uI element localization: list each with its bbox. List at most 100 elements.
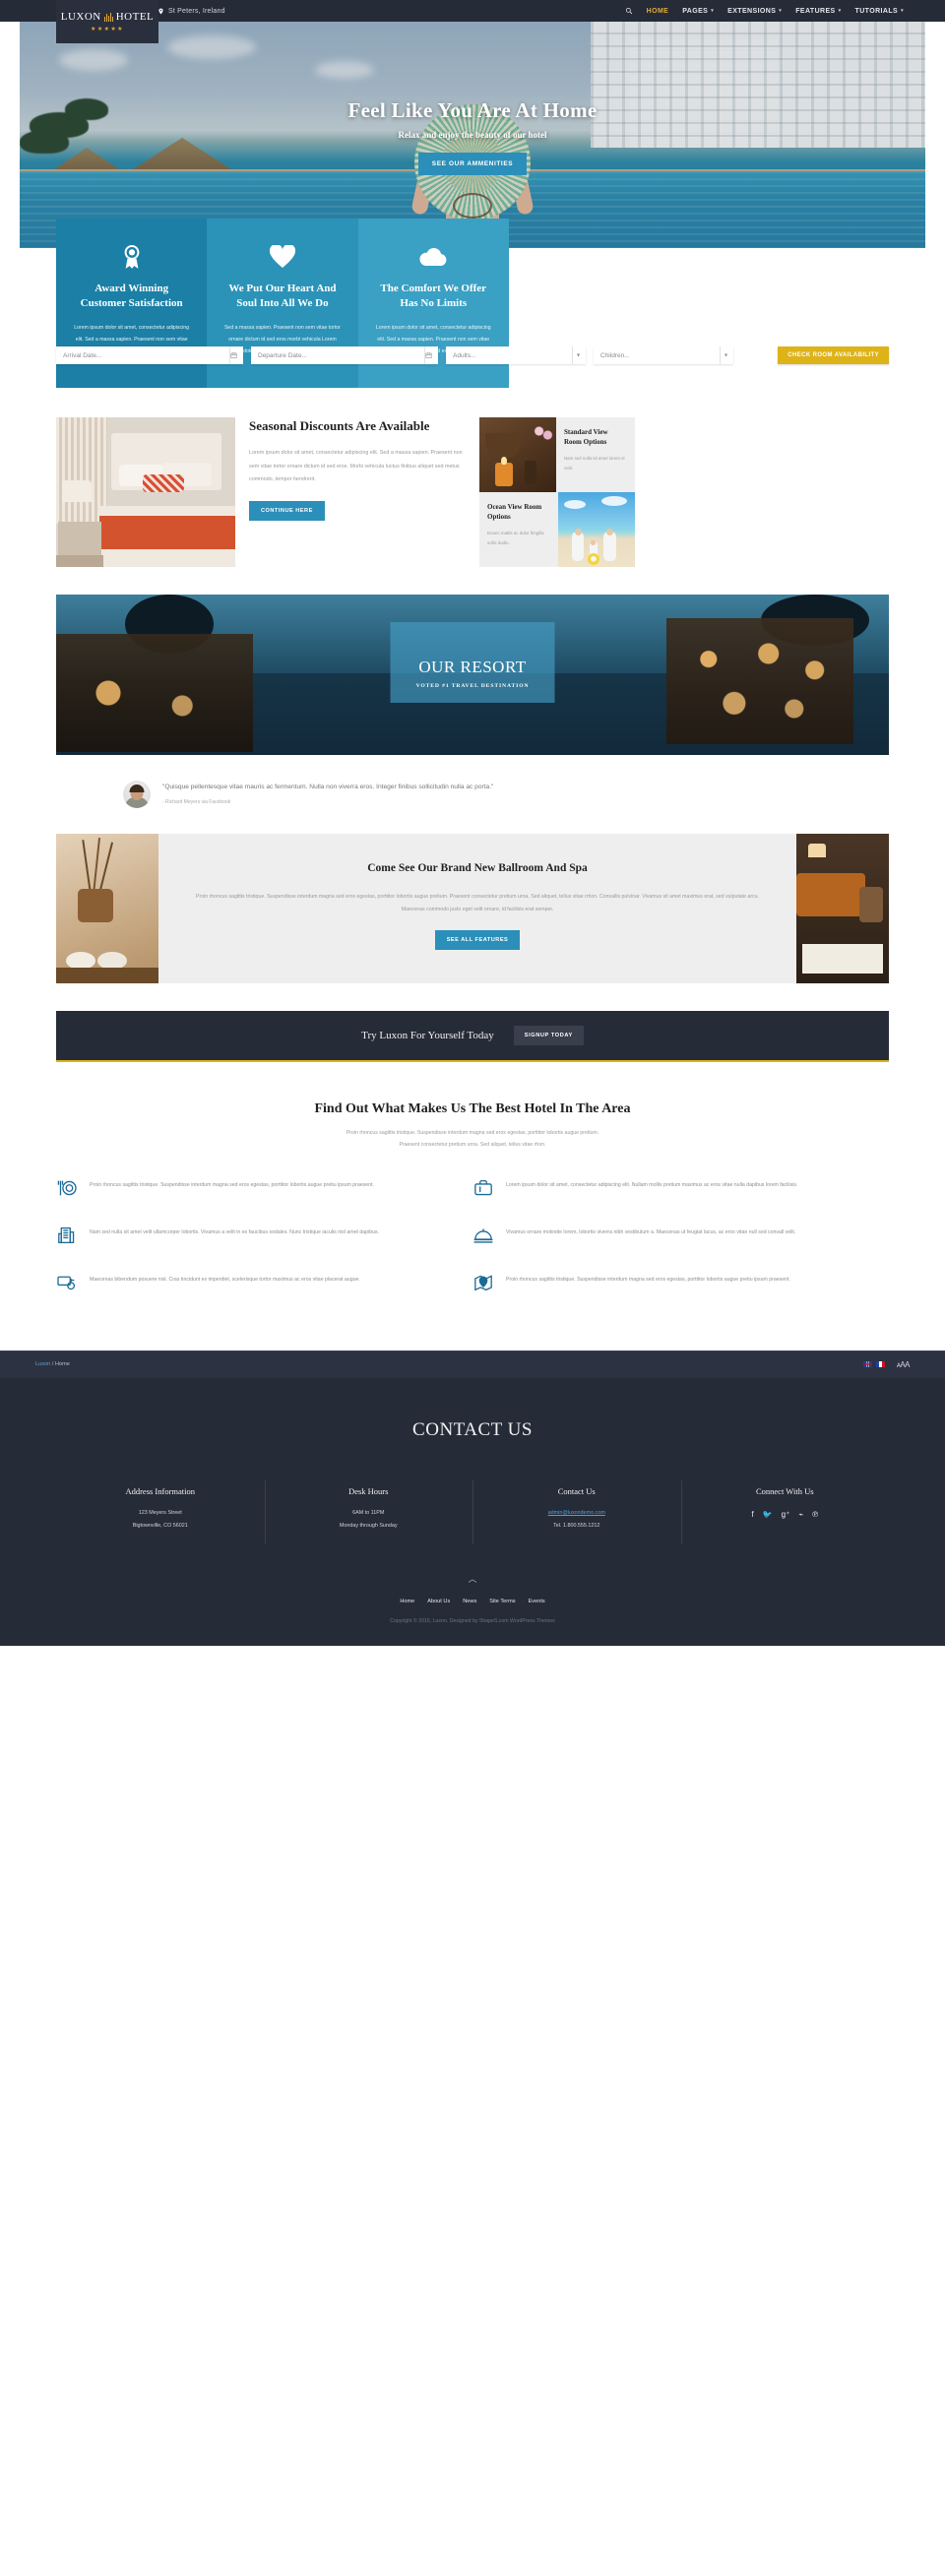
see-all-features-button[interactable]: SEE ALL FEATURES [434, 929, 521, 950]
our-resort-banner: OUR RESORT VOTED #1 TRAVEL DESTINATION [56, 594, 889, 755]
hero-title: Feel Like You Are At Home [347, 98, 598, 122]
site-logo[interactable]: LUXON HOTEL ★★★★★ [56, 0, 158, 43]
chevron-down-icon: ▾ [779, 7, 783, 14]
find-out-text-line2: Praesent consectetur pretium urna. Sed a… [399, 1142, 546, 1149]
hero-banner: Feel Like You Are At Home Relax and enjo… [20, 22, 925, 248]
ballroom-spa-section: Come See Our Brand New Ballroom And Spa … [56, 833, 889, 983]
cloud-icon [374, 244, 493, 270]
nav-item-home[interactable]: HOME [647, 8, 669, 15]
footer-column-title: Contact Us [557, 1485, 596, 1496]
calendar-icon [230, 352, 237, 359]
nav-item-pages[interactable]: PAGES ▾ [682, 8, 714, 15]
find-out-section: Find Out What Makes Us The Best Hotel In… [56, 1101, 889, 1152]
star-rating: ★★★★★ [91, 27, 124, 32]
cta-heading: Try Luxon For Yourself Today [361, 1029, 494, 1041]
feature-title: The Comfort We Offer Has No Limits [380, 283, 487, 309]
feature-item-room-service: Vivamus ornare molestie lorem, lobortis … [472, 1226, 889, 1274]
footer-column-title: Desk Hours [348, 1485, 389, 1496]
main-menu: HOME PAGES ▾ EXTENSIONS ▾ FEATURES ▾ TUTORI… [625, 7, 945, 15]
adults-select[interactable]: Adults... ▾ [446, 346, 586, 364]
footer-nav-news[interactable]: News [463, 1599, 476, 1604]
footer-heading: CONTACT US [412, 1418, 533, 1440]
footer-phone: Tel. 1.800.555.1212 [553, 1523, 600, 1530]
pinterest-icon[interactable]: ℗ [812, 1510, 818, 1519]
resort-subtitle: VOTED #1 TRAVEL DESTINATION [415, 682, 530, 689]
seasonal-discounts-section: Seasonal Discounts Are Available Lorem i… [56, 416, 889, 567]
rss-icon[interactable]: ⌁ [798, 1510, 803, 1519]
footer-nav-events[interactable]: Events [529, 1599, 545, 1604]
footer-column-hours: Desk Hours 6AM to 11PM Monday through Su… [264, 1479, 473, 1545]
breadcrumb-home-link[interactable]: Luxon [35, 1361, 50, 1367]
find-out-heading: Find Out What Makes Us The Best Hotel In… [314, 1100, 631, 1116]
signup-cta-bar: Try Luxon For Yourself Today SIGNUP TODA… [56, 1010, 889, 1062]
arrival-date-input[interactable]: Arrival Date... [56, 346, 243, 364]
google-plus-icon[interactable]: g⁺ [782, 1510, 790, 1519]
departure-date-input[interactable]: Departure Date... [251, 346, 438, 364]
chevron-down-icon: ▾ [711, 7, 715, 14]
feature-item-text: Nam sed nulla sit amet velit ullamcorper… [90, 1228, 379, 1235]
fr-flag-icon[interactable] [875, 1361, 885, 1368]
room-card-standard[interactable]: Standard View Room Options Nam sed nulla… [479, 416, 635, 492]
feature-item-map: Proin rhoncus sagittis tristique. Suspen… [472, 1274, 889, 1321]
font-size-switcher[interactable]: ᴀAA [897, 1360, 911, 1369]
room-card-text: Donec mattis ac dolor fringilla sollic i… [487, 530, 544, 545]
award-ribbon-icon [72, 244, 191, 270]
find-out-text-line1: Proin rhoncus sagittis tristique. Suspen… [346, 1129, 599, 1136]
facebook-icon[interactable]: f [751, 1510, 753, 1519]
hotel-building-icon [103, 12, 113, 22]
room-card-ocean[interactable]: Ocean View Room Options Donec mattis ac … [479, 491, 635, 567]
feature-title: Award Winning Customer Satisfaction [80, 283, 183, 309]
feature-item-luggage: Lorem ipsum dolor sit amet, consectetur … [472, 1179, 889, 1226]
key-card-icon [56, 1274, 78, 1295]
children-select[interactable]: Children... ▾ [594, 346, 733, 364]
heart-icon [222, 244, 342, 270]
testimonial-quote: "Quisque pellentesque vitae mauris ac fe… [162, 783, 494, 790]
ballroom-text: Proin rhoncus sagittis tristique. Suspen… [196, 893, 759, 912]
bedroom-photo [56, 416, 235, 567]
breadcrumb-separator: / [51, 1361, 54, 1368]
map-pin-icon [472, 1274, 494, 1295]
avatar [123, 780, 151, 808]
chevron-down-icon: ▾ [576, 352, 580, 359]
back-to-top-icon[interactable]: ︿ [0, 1572, 945, 1585]
feature-item-text: Lorem ipsum dolor sit amet, consectetur … [506, 1181, 798, 1188]
room-card-title: Standard View Room Options [564, 427, 608, 447]
room-card-title: Ocean View Room Options [487, 502, 542, 522]
nav-item-tutorials[interactable]: TUTORIALS ▾ [855, 8, 904, 15]
testimonial-author: - Richard Meyers via Facebook [162, 798, 231, 805]
copyright-text: Copyright © 2016, Luxon. Designed by Sha… [390, 1618, 555, 1625]
footer-column-social: Connect With Us f 🐦 g⁺ ⌁ ℗ [680, 1479, 890, 1545]
suitcase-icon [472, 1179, 494, 1201]
uk-flag-icon[interactable] [862, 1361, 872, 1368]
features-grid: Proin rhoncus sagittis tristique. Suspen… [56, 1179, 889, 1321]
twitter-icon[interactable]: 🐦 [763, 1510, 773, 1519]
page-root: St Peters, Ireland HOME PAGES ▾ EXTENSION… [0, 0, 945, 1647]
calendar-icon [425, 352, 432, 359]
feature-item-keycard: Maecenas bibendum posuere nisl. Cras tin… [56, 1274, 472, 1321]
location-label: St Peters, Ireland [168, 7, 225, 15]
search-button[interactable] [625, 7, 633, 15]
footer-nav-terms[interactable]: Site Terms [489, 1599, 515, 1604]
footer-hours-line1: 6AM to 11PM [352, 1509, 385, 1516]
footer-nav-home[interactable]: Home [400, 1599, 414, 1604]
footer-column-title: Connect With Us [755, 1485, 814, 1496]
nav-item-features[interactable]: FEATURES ▾ [795, 8, 841, 15]
header-location: St Peters, Ireland [158, 8, 225, 15]
spa-reeds-photo [56, 833, 158, 983]
room-service-bell-icon [472, 1226, 494, 1248]
check-availability-button[interactable]: CHECK ROOM AVAILABILITY [778, 346, 889, 364]
footer-nav-about[interactable]: About Us [427, 1599, 450, 1604]
continue-here-button[interactable]: CONTINUE HERE [249, 500, 325, 521]
map-pin-icon [158, 8, 163, 14]
nav-item-extensions[interactable]: EXTENSIONS ▾ [727, 8, 782, 15]
chevron-down-icon: ▾ [838, 7, 842, 14]
room-card-text: Nam sed nulla sit amet lorem el velit. [564, 455, 625, 471]
footer-column-contact: Contact Us admin@luxondemo.com Tel. 1.80… [472, 1479, 681, 1545]
footer-hours-line2: Monday through Sunday [339, 1523, 398, 1530]
breadcrumb-current: Home [54, 1361, 70, 1368]
see-amenities-button[interactable]: SEE OUR AMMENITIES [417, 153, 528, 175]
signup-today-button[interactable]: SIGNUP TODAY [513, 1025, 584, 1045]
footer-column-title: Address Information [125, 1485, 196, 1496]
footer-email-link[interactable]: admin@luxondemo.com [548, 1510, 605, 1516]
breadcrumb: Luxon / Home [35, 1361, 70, 1367]
